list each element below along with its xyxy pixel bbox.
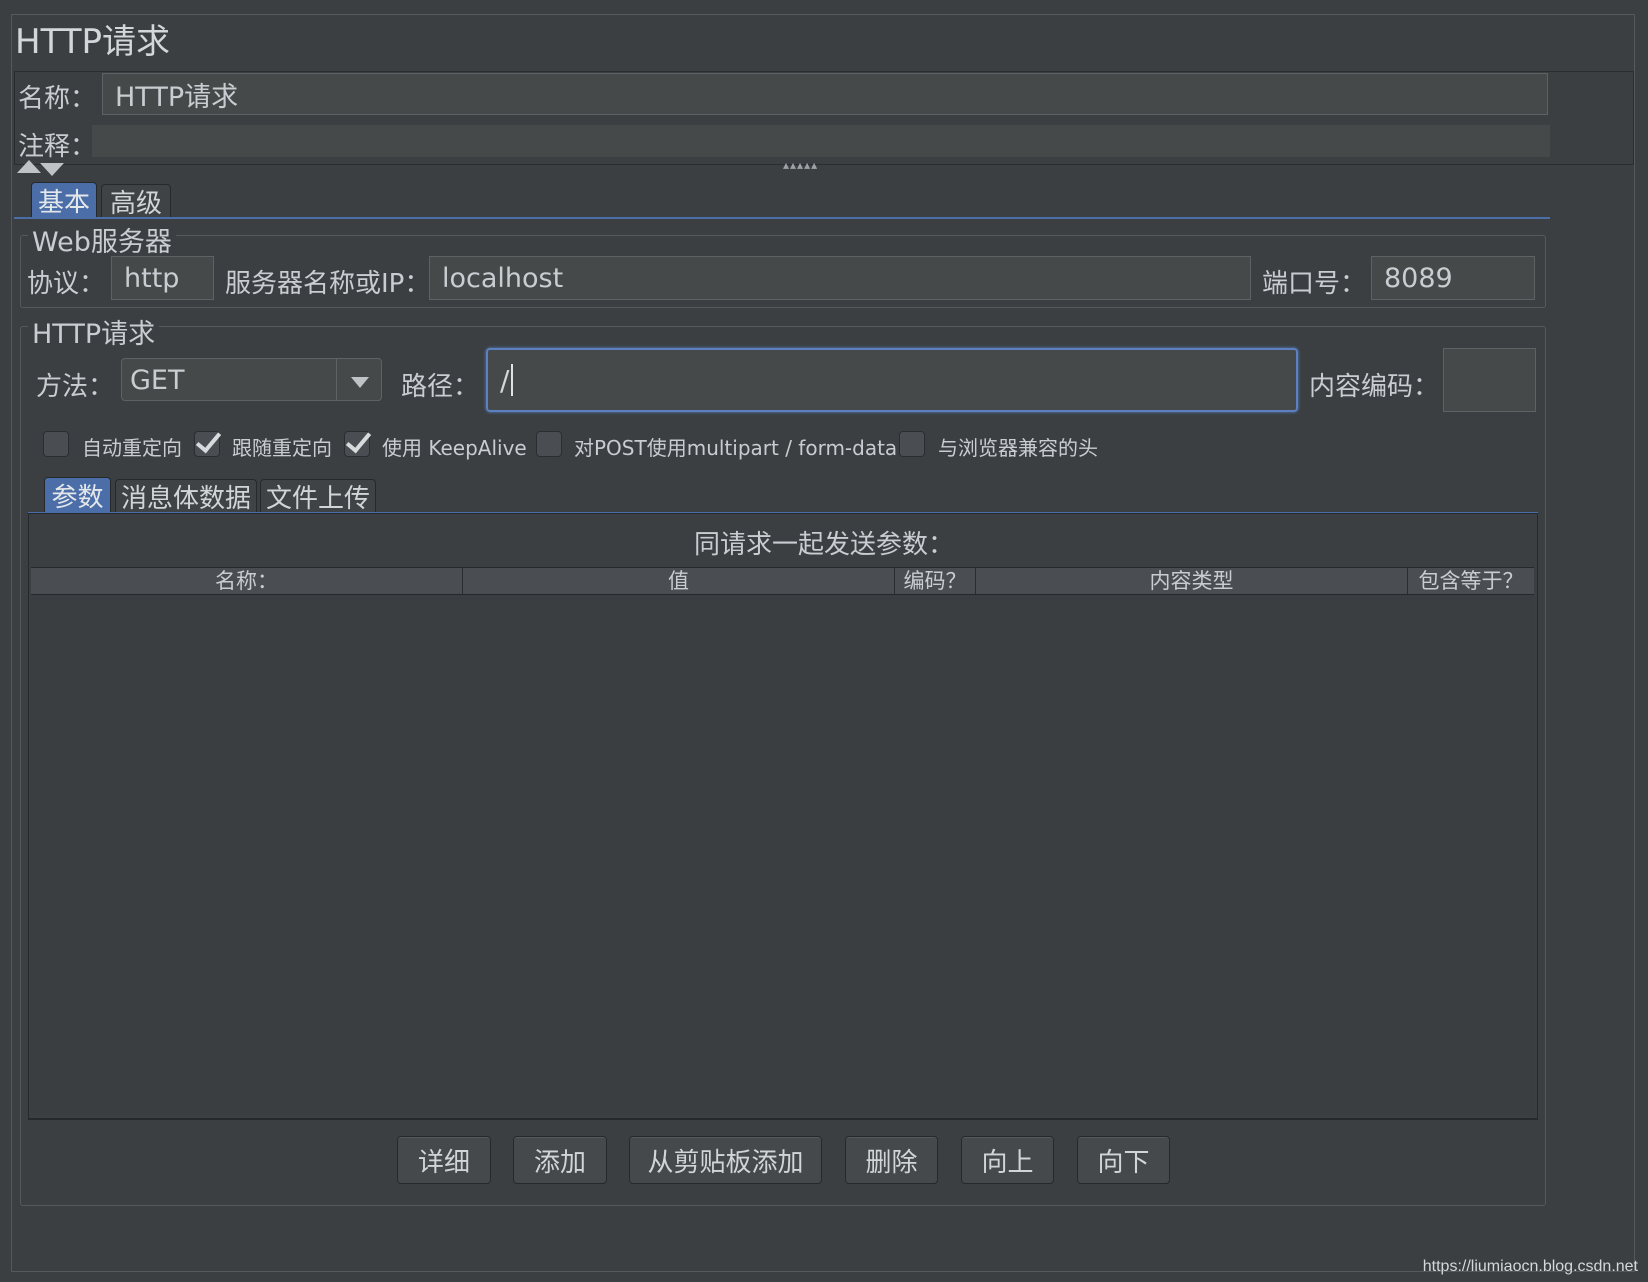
auto-redirect-checkbox[interactable] (43, 431, 69, 457)
server-input[interactable]: localhost (429, 256, 1251, 300)
encoding-label: 内容编码： (1309, 372, 1440, 402)
page-title: HTTP请求 (15, 22, 171, 62)
column-name[interactable]: 名称： (31, 568, 463, 594)
add-button[interactable]: 添加 (513, 1136, 607, 1184)
comment-label: 注释： (18, 132, 97, 162)
method-label: 方法： (36, 372, 115, 402)
name-label: 名称： (18, 84, 97, 114)
tab-body-data[interactable]: 消息体数据 (115, 479, 257, 514)
multipart-label: 对POST使用multipart / form-data (574, 436, 898, 460)
checkmark-icon (195, 426, 222, 454)
port-input[interactable]: 8089 (1371, 256, 1535, 300)
path-label: 路径： (401, 372, 480, 402)
text-caret (511, 364, 514, 396)
keepalive-checkbox[interactable] (344, 426, 372, 457)
tab-underline (14, 217, 1550, 219)
encoding-input[interactable] (1443, 348, 1536, 412)
detail-button[interactable]: 详细 (397, 1136, 491, 1184)
method-select[interactable]: GET (121, 358, 382, 401)
web-server-group-title: Web服务器 (28, 220, 176, 259)
column-content-type[interactable]: 内容类型 (976, 568, 1408, 594)
comment-input[interactable] (92, 125, 1550, 157)
delete-button[interactable]: 删除 (845, 1136, 938, 1184)
name-input[interactable]: HTTP请求 (102, 73, 1548, 115)
protocol-label: 协议： (27, 269, 106, 299)
move-down-button[interactable]: 向下 (1077, 1136, 1170, 1184)
protocol-input[interactable]: http (111, 256, 214, 300)
method-value: GET (130, 365, 185, 396)
follow-redirect-label: 跟随重定向 (232, 436, 332, 460)
column-encode[interactable]: 编码？ (895, 568, 976, 594)
tab-basic[interactable]: 基本 (31, 182, 97, 218)
splitter-grip-icon[interactable]: ▴▴▴▴▴ (783, 158, 818, 172)
column-value[interactable]: 值 (463, 568, 895, 594)
collapse-down-icon[interactable] (40, 163, 64, 176)
watermark: https://liumiaocn.blog.csdn.net (1422, 1258, 1638, 1275)
parameters-caption: 同请求一起发送参数： (693, 530, 954, 560)
browser-headers-checkbox[interactable] (899, 431, 925, 457)
server-label: 服务器名称或IP： (225, 269, 431, 299)
keepalive-label: 使用 KeepAlive (382, 436, 527, 460)
move-up-button[interactable]: 向上 (961, 1136, 1054, 1184)
http-request-group-title: HTTP请求 (28, 312, 160, 351)
tab-file-upload[interactable]: 文件上传 (260, 479, 376, 514)
multipart-checkbox[interactable] (536, 431, 562, 457)
tab-parameters[interactable]: 参数 (44, 477, 111, 513)
tab-advanced[interactable]: 高级 (101, 184, 171, 219)
auto-redirect-label: 自动重定向 (82, 436, 182, 460)
parameters-table-body[interactable] (31, 595, 1534, 1115)
path-value: / (500, 363, 510, 397)
collapse-up-icon[interactable] (17, 160, 41, 173)
browser-headers-label: 与浏览器兼容的头 (938, 436, 1098, 460)
column-include-equals[interactable]: 包含等于？ (1408, 568, 1534, 594)
chevron-down-icon[interactable] (351, 377, 369, 388)
button-bar-divider (28, 1119, 1538, 1120)
follow-redirect-checkbox[interactable] (194, 426, 222, 457)
path-input[interactable]: / (486, 348, 1298, 412)
add-from-clipboard-button[interactable]: 从剪贴板添加 (629, 1136, 822, 1184)
parameters-table-header: 名称： 值 编码？ 内容类型 包含等于？ (31, 567, 1534, 595)
port-label: 端口号： (1262, 269, 1367, 299)
checkmark-icon (345, 426, 372, 454)
